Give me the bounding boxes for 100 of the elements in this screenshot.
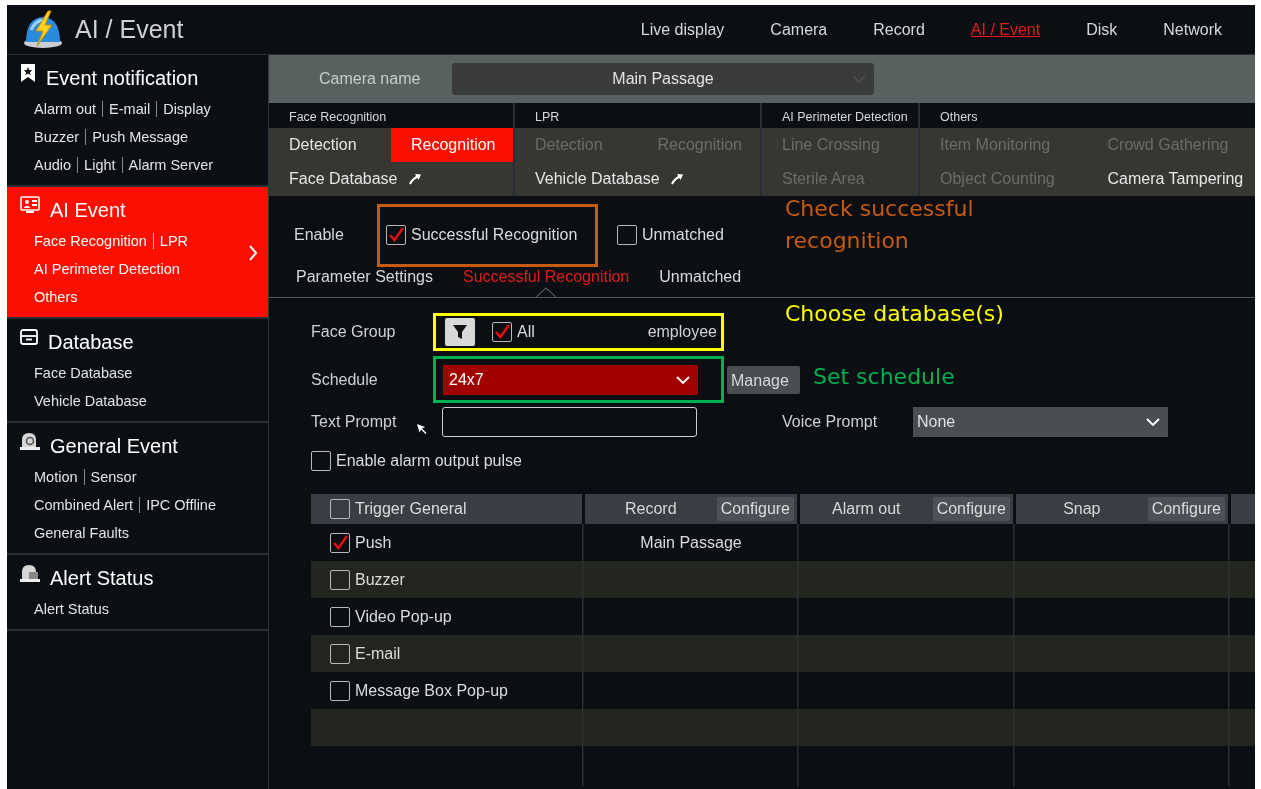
trigger-label: Buzzer xyxy=(355,570,405,589)
settings-tab[interactable]: Successful Recognition xyxy=(462,268,630,286)
arrow-up-right-icon xyxy=(407,173,422,185)
group-value: employee xyxy=(647,323,717,341)
filter-icon xyxy=(452,324,468,340)
field-label: Text Prompt xyxy=(311,413,398,431)
page-title: AI / Event xyxy=(75,15,184,44)
sidebar-link[interactable]: Light xyxy=(84,157,116,173)
sidebar-link[interactable]: Alert Status xyxy=(34,601,109,617)
sidebar-section[interactable]: Alert Status Alert Status xyxy=(7,555,268,631)
settings-tab[interactable]: Parameter Settings xyxy=(296,268,433,286)
trigger-label: E-mail xyxy=(355,644,401,663)
sidebar-link[interactable]: E-mail xyxy=(109,101,151,117)
trigger-label: Push xyxy=(355,533,392,552)
mouse-pointer-icon xyxy=(416,423,428,435)
column-header xyxy=(1231,494,1255,524)
sidebar-section[interactable]: General Event Motion Sensor Combined Alert IPC Offline General Faults xyxy=(7,423,268,555)
bookmark-star-icon xyxy=(20,64,36,82)
chevron-down-icon xyxy=(1146,418,1160,426)
checkbox[interactable] xyxy=(330,532,350,553)
checkbox[interactable] xyxy=(492,322,512,342)
sidebar-link[interactable]: Push Message xyxy=(92,129,189,145)
sidebar-link[interactable]: Buzzer xyxy=(34,129,80,145)
nav-tab[interactable]: Live display xyxy=(617,20,748,39)
checkbox-label: Enable alarm output pulse xyxy=(336,452,522,470)
database-link[interactable]: Face Database xyxy=(269,162,513,196)
checkbox-label: Successful Recognition xyxy=(411,226,578,244)
column-title: Alarm out xyxy=(831,500,902,518)
sidebar-link[interactable]: Alarm out xyxy=(34,101,97,117)
voice-prompt-select[interactable]: None xyxy=(913,407,1168,437)
text-prompt-field[interactable] xyxy=(442,407,697,437)
sidebar-link[interactable]: Alarm Server xyxy=(128,157,214,173)
trigger-label: Video Pop-up xyxy=(355,607,452,626)
arrow-up-right-icon xyxy=(669,173,684,185)
section-title: General Event xyxy=(50,434,178,458)
camera-label: Camera name xyxy=(318,70,422,88)
section-title: Alert Status xyxy=(50,566,154,590)
checkbox[interactable] xyxy=(330,499,350,519)
configure-button[interactable]: Configure xyxy=(716,497,794,521)
sidebar-link[interactable]: Motion xyxy=(34,469,78,485)
field-label: Schedule xyxy=(311,370,379,389)
archive-box-icon xyxy=(20,329,38,345)
configure-button[interactable]: Configure xyxy=(1147,497,1225,521)
filter-button[interactable] xyxy=(445,318,475,346)
checkbox[interactable] xyxy=(330,643,350,664)
group-heading: Face Recognition xyxy=(288,109,388,126)
person-gear-icon xyxy=(20,432,40,450)
checkbox[interactable] xyxy=(617,225,637,245)
sidebar-link[interactable]: AI Perimeter Detection xyxy=(34,261,180,277)
camera-select[interactable]: Main Passage xyxy=(452,63,874,95)
group-heading: Others xyxy=(939,109,979,126)
annotation-text: Choose database(s) xyxy=(785,300,1005,328)
database-link[interactable]: Vehicle Database xyxy=(515,162,760,196)
nav-tab[interactable]: Disk xyxy=(1063,20,1141,39)
sidebar-link[interactable]: Sensor xyxy=(90,469,137,485)
logo-icon xyxy=(21,9,65,50)
sidebar-link[interactable]: IPC Offline xyxy=(146,497,216,513)
sidebar-link[interactable]: General Faults xyxy=(34,525,130,541)
sidebar-section[interactable]: Database Face Database Vehicle Database xyxy=(7,319,268,423)
table-cell: Main Passage xyxy=(640,533,742,552)
sidebar-link[interactable]: Audio xyxy=(34,157,72,173)
sidebar-link[interactable]: Face Database xyxy=(34,365,133,381)
field-label: Voice Prompt xyxy=(782,413,879,431)
checkbox[interactable] xyxy=(311,451,331,471)
column-title: Trigger General xyxy=(355,500,467,518)
function-tab[interactable]: Recognition xyxy=(391,128,513,162)
manage-button[interactable]: Manage xyxy=(727,365,800,394)
column-title: Record xyxy=(624,500,678,518)
sidebar-link[interactable]: Display xyxy=(163,101,211,117)
section-title: Event notification xyxy=(46,66,199,90)
sidebar-section[interactable]: AI Event Face Recognition LPR AI Perimeter Detection Others xyxy=(7,187,268,319)
checkbox[interactable] xyxy=(330,606,350,627)
annotation-text: Set schedule xyxy=(813,363,956,391)
field-label: Face Group xyxy=(311,323,397,341)
sidebar-link[interactable]: Face Recognition xyxy=(34,233,147,249)
section-title: Database xyxy=(48,330,134,354)
person-alert-icon xyxy=(20,564,40,582)
column-title: Snap xyxy=(1062,500,1102,518)
function-tab[interactable]: Camera Tampering xyxy=(1087,162,1255,196)
settings-tab[interactable]: Unmatched xyxy=(659,268,742,286)
trigger-label: Message Box Pop-up xyxy=(355,681,508,700)
person-screen-icon xyxy=(20,196,40,214)
checkbox[interactable] xyxy=(330,680,350,701)
configure-button[interactable]: Configure xyxy=(932,497,1010,521)
checkbox[interactable] xyxy=(386,225,406,245)
enable-label: Enable xyxy=(294,226,345,244)
chevron-down-icon xyxy=(676,375,690,384)
sidebar-link[interactable]: Vehicle Database xyxy=(34,393,147,409)
checkbox-label: All xyxy=(517,323,535,341)
function-tab[interactable]: Detection xyxy=(269,128,391,162)
sidebar-link[interactable]: Others xyxy=(34,289,78,305)
schedule-select[interactable]: 24x7 xyxy=(443,364,698,395)
sidebar-link[interactable]: LPR xyxy=(159,233,189,249)
checkbox-label: Unmatched xyxy=(642,226,724,244)
checkbox[interactable] xyxy=(330,569,350,590)
sidebar-link[interactable]: Combined Alert xyxy=(34,497,134,513)
nav-tab[interactable]: Network xyxy=(1140,20,1245,39)
nav-tab[interactable]: Camera xyxy=(747,20,851,39)
nav-tab[interactable]: AI / Event xyxy=(947,20,1064,39)
nav-tab[interactable]: Record xyxy=(850,20,948,39)
